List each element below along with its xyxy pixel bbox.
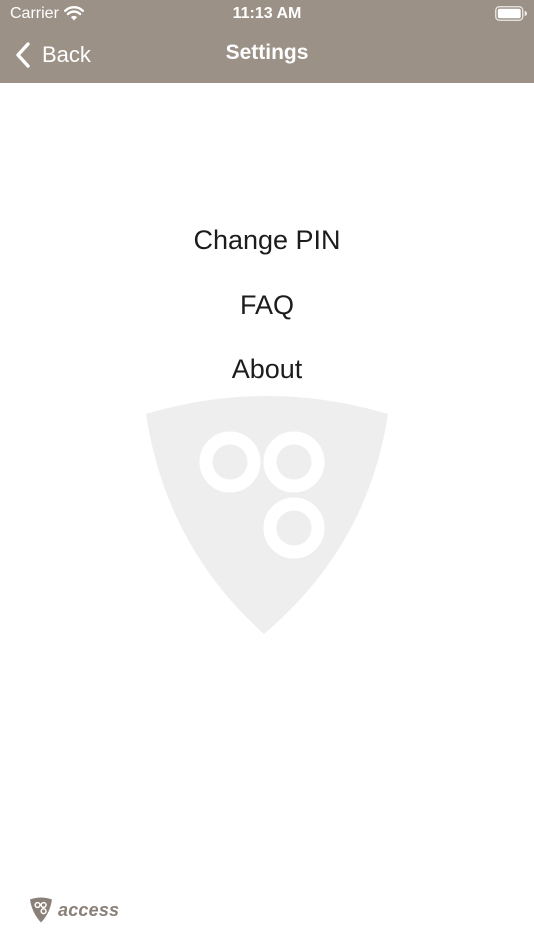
navigation-bar: Back Settings (0, 28, 534, 83)
menu-item-about[interactable]: About (212, 345, 323, 410)
back-button[interactable]: Back (14, 40, 91, 70)
chevron-left-icon (16, 42, 30, 68)
shield-logo-icon (30, 897, 52, 923)
status-time: 11:13 AM (232, 5, 302, 22)
battery-icon (495, 6, 527, 21)
settings-menu: Change PIN FAQ About (0, 216, 534, 410)
footer-logo: access (30, 894, 119, 926)
header: Carrier 11:13 AM Back Settings (0, 0, 534, 83)
menu-item-change-pin[interactable]: Change PIN (173, 216, 360, 281)
back-button-label: Back (42, 42, 91, 67)
status-bar: Carrier 11:13 AM (0, 0, 534, 28)
footer-brand-name: access (58, 899, 120, 920)
menu-item-faq[interactable]: FAQ (220, 281, 314, 346)
shield-watermark-icon (146, 396, 388, 634)
